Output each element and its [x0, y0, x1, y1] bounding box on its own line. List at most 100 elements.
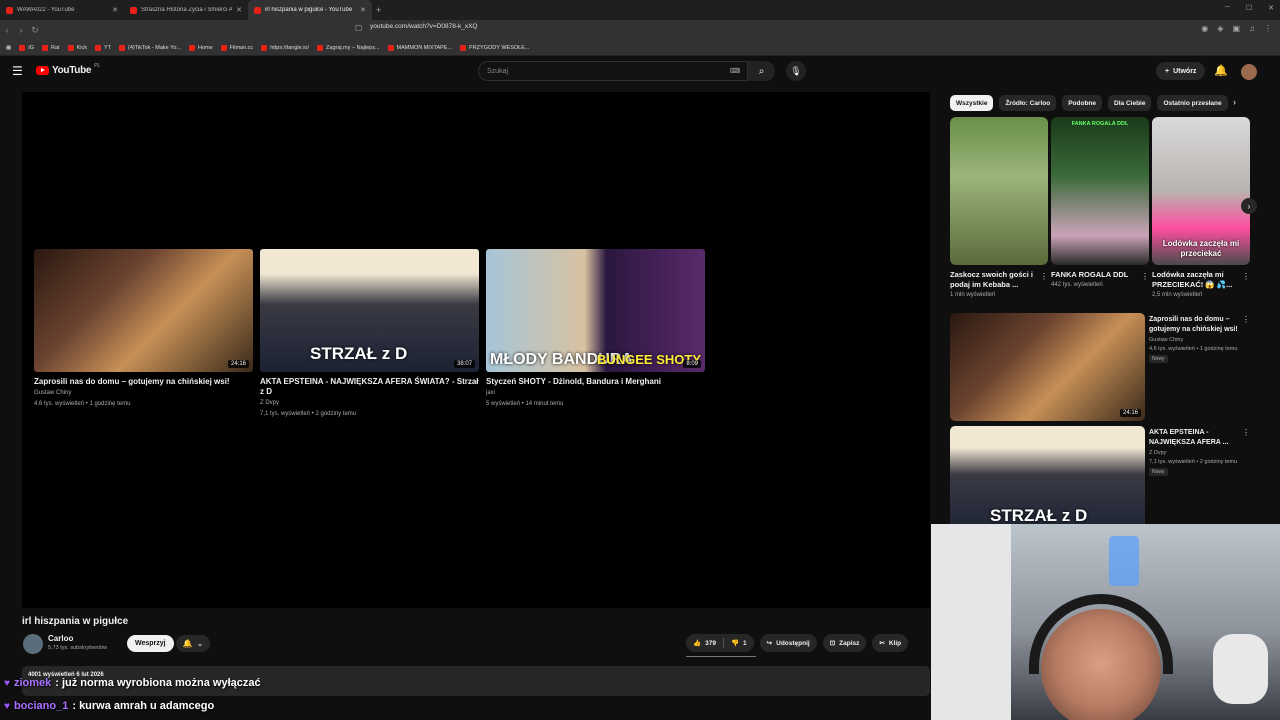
- video-thumbnail[interactable]: 24:16: [950, 313, 1145, 421]
- bookmark-item[interactable]: PRZYGODY WESOŁE...: [460, 44, 529, 51]
- youtube-play-icon: [36, 66, 49, 75]
- share-button[interactable]: ↪ Udostępnij: [759, 634, 817, 652]
- extension-icon[interactable]: ◉: [1201, 24, 1208, 33]
- channel-name[interactable]: Gustaw Chiny: [34, 389, 253, 398]
- maximize-icon[interactable]: ☐: [1246, 4, 1252, 12]
- browser-tab[interactable]: WAWA022 - YouTube ✕: [0, 0, 124, 20]
- extension-icon[interactable]: ♫: [1249, 24, 1255, 33]
- chevron-right-icon[interactable]: ›: [1233, 97, 1236, 107]
- apps-icon[interactable]: ▦: [6, 45, 11, 51]
- video-title[interactable]: Zaprosili nas do domu – gotujemy na chiń…: [1149, 315, 1241, 335]
- create-button[interactable]: + Utwórz: [1156, 62, 1206, 80]
- bookmark-favicon-icon: [119, 44, 125, 51]
- video-title[interactable]: Styczeń SHOTY - Dżinold, Bandura i Mergh…: [486, 377, 705, 387]
- short-title[interactable]: Lodówka zaczęła mi PRZECIEKAĆ! 😱 💦...: [1152, 270, 1250, 290]
- chevron-right-icon[interactable]: ›: [1241, 198, 1257, 214]
- bookmark-favicon-icon: [42, 44, 49, 51]
- chip-all[interactable]: Wszystkie: [950, 95, 994, 111]
- create-label: Utwórz: [1173, 67, 1197, 75]
- bookmark-icon[interactable]: ☐: [355, 24, 362, 33]
- close-window-icon[interactable]: ✕: [1268, 4, 1274, 12]
- video-thumbnail[interactable]: STRZAŁ z D: [950, 426, 1145, 534]
- forward-icon[interactable]: ›: [14, 25, 28, 35]
- short-title[interactable]: Zaskocz swoich gości i podaj im Kebaba .…: [950, 270, 1048, 290]
- chip-similar[interactable]: Podobne: [1062, 95, 1103, 111]
- notifications-bell-icon[interactable]: 🔔: [1214, 64, 1228, 77]
- bookmark-item[interactable]: MAMMON MIXTAPE...: [387, 44, 452, 51]
- voice-search-button[interactable]: 🎙: [786, 61, 806, 81]
- chip-recent[interactable]: Ostatnio przesłane: [1157, 95, 1228, 111]
- more-options-icon[interactable]: ⋮: [1242, 315, 1250, 324]
- chip-source[interactable]: Źródło: Carloo: [999, 95, 1057, 111]
- search-button[interactable]: ⌕: [748, 61, 775, 81]
- dislike-button[interactable]: 👎 1: [724, 639, 754, 648]
- clip-button[interactable]: ✂ Klip: [872, 634, 909, 652]
- video-title[interactable]: Zaprosili nas do domu – gotujemy na chiń…: [34, 377, 253, 387]
- headset-icon: [1029, 594, 1173, 674]
- recommended-video[interactable]: STRZAŁ z D AKTA EPSTEINA - NAJWIĘKSZA AF…: [950, 426, 1270, 534]
- channel-avatar[interactable]: [23, 634, 43, 654]
- short-item[interactable]: FANKA ROGALA DDL FANKA ROGALA DDL 442 ty…: [1051, 117, 1149, 288]
- endscreen-video-card[interactable]: 24:16 Zaprosili nas do domu – gotujemy n…: [34, 249, 253, 409]
- bookmark-item[interactable]: YT: [94, 44, 111, 51]
- bookmark-item[interactable]: Filman.cc: [220, 44, 253, 51]
- video-thumbnail[interactable]: 24:16: [34, 249, 253, 372]
- save-button[interactable]: ⊡ Zapisz: [822, 634, 867, 652]
- close-tab-icon[interactable]: ✕: [236, 6, 242, 14]
- like-ratio-bar: [686, 656, 756, 657]
- youtube-logo[interactable]: YouTube PL: [36, 63, 100, 76]
- channel-name[interactable]: Carloo: [48, 634, 73, 643]
- channel-name[interactable]: Gustaw Chiny: [1149, 337, 1183, 343]
- short-thumbnail[interactable]: FANKA ROGALA DDL: [1051, 117, 1149, 265]
- bookmark-item[interactable]: https://tangle.io/: [261, 44, 309, 51]
- more-options-icon[interactable]: ⋮: [1242, 272, 1250, 281]
- new-tab-icon[interactable]: +: [376, 5, 381, 15]
- account-avatar[interactable]: [1241, 64, 1257, 80]
- logo-text: YouTube: [52, 65, 92, 76]
- reload-icon[interactable]: ↻: [28, 25, 42, 36]
- video-thumbnail[interactable]: MŁODY BANDURA BUNGEE SHOTY 8:09: [486, 249, 705, 372]
- back-icon[interactable]: ‹: [0, 25, 14, 35]
- short-item[interactable]: Zaskocz swoich gości i podaj im Kebaba .…: [950, 117, 1048, 298]
- notification-settings-button[interactable]: 🔔 ⌄: [176, 635, 210, 652]
- short-item[interactable]: Lodówka zaczęła mi przeciekać Lodówka za…: [1152, 117, 1250, 298]
- hamburger-menu-icon[interactable]: ☰: [12, 64, 23, 78]
- support-button[interactable]: Wesprzyj: [127, 635, 174, 652]
- short-thumbnail[interactable]: Lodówka zaczęła mi przeciekać: [1152, 117, 1250, 265]
- more-options-icon[interactable]: ⋮: [1242, 428, 1250, 437]
- extension-icon[interactable]: ◈: [1217, 24, 1223, 33]
- bookmark-item[interactable]: Rat: [42, 44, 60, 51]
- bookmark-item[interactable]: Home: [188, 44, 213, 51]
- bookmark-item[interactable]: Kick: [67, 44, 87, 51]
- chip-for-you[interactable]: Dla Ciebie: [1108, 95, 1152, 111]
- endscreen-video-card[interactable]: STRZAŁ z D 38:07 AKTA EPSTEINA - NAJWIĘK…: [260, 249, 479, 419]
- close-tab-icon[interactable]: ✕: [112, 6, 118, 14]
- url-field[interactable]: youtube.com/watch?v=D0878-k_xXQ: [370, 23, 478, 30]
- channel-name[interactable]: Z Dvpy: [1149, 450, 1166, 456]
- bookmark-item[interactable]: Zagraj.my – Najleps...: [317, 44, 380, 51]
- short-title[interactable]: FANKA ROGALA DDL: [1051, 270, 1149, 280]
- keyboard-icon[interactable]: ⌨: [730, 67, 740, 75]
- like-button[interactable]: 👍 379: [686, 639, 723, 648]
- channel-name[interactable]: Z Dvpy: [260, 399, 479, 408]
- endscreen-video-card[interactable]: MŁODY BANDURA BUNGEE SHOTY 8:09 Styczeń …: [486, 249, 705, 409]
- short-thumbnail[interactable]: [950, 117, 1048, 265]
- browser-tab-active[interactable]: irl hiszpania w pigułce - YouTube ✕: [248, 0, 372, 20]
- more-options-icon[interactable]: ⋮: [1141, 272, 1149, 281]
- video-thumbnail[interactable]: STRZAŁ z D 38:07: [260, 249, 479, 372]
- search-input[interactable]: Szukaj: [478, 61, 748, 81]
- recommended-video[interactable]: 24:16 Zaprosili nas do domu – gotujemy n…: [950, 313, 1270, 421]
- video-title[interactable]: AKTA EPSTEINA - NAJWIĘKSZA AFERA ...: [1149, 428, 1241, 448]
- video-player[interactable]: 24:16 Zaprosili nas do domu – gotujemy n…: [22, 92, 930, 608]
- more-options-icon[interactable]: ⋮: [1040, 272, 1048, 281]
- bookmark-favicon-icon: [317, 44, 324, 51]
- menu-dots-icon[interactable]: ⋮: [1264, 24, 1272, 33]
- minimize-icon[interactable]: ─: [1225, 4, 1230, 12]
- browser-tab[interactable]: Straszna Historia Życia i Śmierci Alek..…: [124, 0, 248, 20]
- extension-icon[interactable]: ▣: [1232, 24, 1240, 33]
- video-title[interactable]: AKTA EPSTEINA - NAJWIĘKSZA AFERA ŚWIATA?…: [260, 377, 479, 397]
- channel-name[interactable]: jaxi: [486, 389, 705, 398]
- bookmark-item[interactable]: (4)TikTok - Make Yo...: [119, 44, 181, 51]
- bookmark-item[interactable]: IG: [19, 44, 34, 51]
- close-tab-icon[interactable]: ✕: [360, 6, 366, 14]
